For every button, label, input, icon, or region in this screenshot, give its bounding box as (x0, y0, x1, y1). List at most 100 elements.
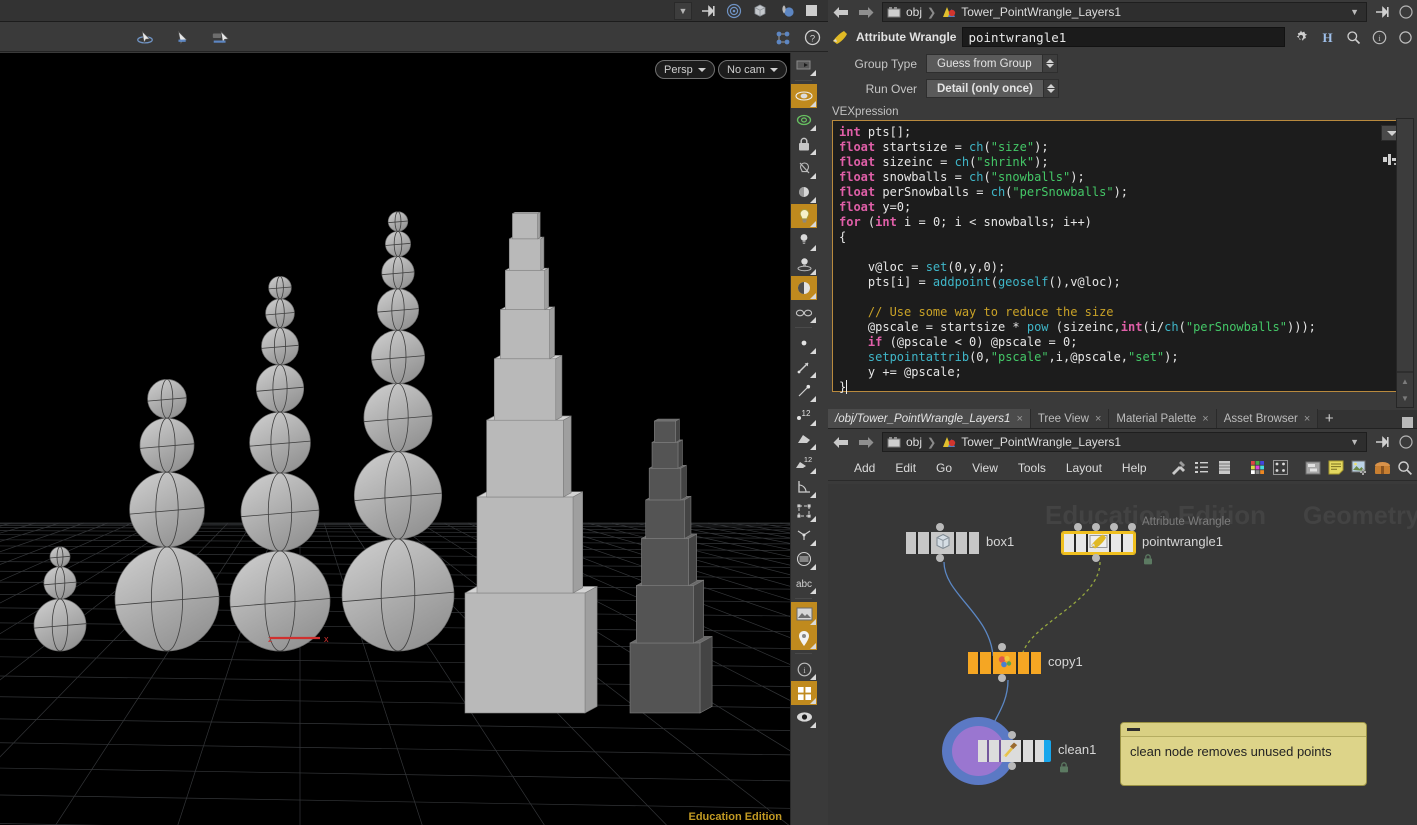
select-tool-icon[interactable] (173, 29, 193, 47)
node-input-connector[interactable] (998, 643, 1006, 651)
vector-display-icon[interactable] (791, 355, 817, 379)
vex-code-text[interactable]: int pts[]; float startsize = ch("size");… (833, 121, 1413, 399)
more-options-icon[interactable] (1397, 3, 1415, 21)
pin-icon[interactable] (1373, 3, 1391, 21)
headlight-icon[interactable] (791, 180, 817, 204)
stepper-icon[interactable] (1043, 80, 1058, 97)
handle-tool-icon[interactable] (211, 29, 231, 47)
info-icon[interactable]: i (1369, 27, 1389, 47)
prim-numbers-icon[interactable]: 12 (791, 451, 817, 475)
material-icon[interactable] (776, 2, 796, 20)
wireframe-view-icon[interactable] (791, 108, 817, 132)
ghost-view-icon[interactable] (791, 84, 817, 108)
close-icon[interactable]: × (1202, 413, 1208, 425)
node-pointwrangle1[interactable]: Attribute Wrangle pointwrangle1 (1062, 532, 1135, 554)
chevron-down-icon[interactable]: ▼ (1350, 7, 1362, 17)
shadow-icon[interactable] (791, 276, 817, 300)
color-palette-icon[interactable] (1246, 455, 1269, 481)
path-node[interactable]: Tower_PointWrangle_Layers1 (941, 5, 1121, 19)
network-layout-icon[interactable] (774, 29, 794, 47)
grid-display-icon[interactable] (791, 547, 817, 571)
node-input-connector-2[interactable] (1074, 523, 1082, 531)
path-root-obj[interactable]: obj (887, 435, 922, 449)
node-input-connector-3[interactable] (1110, 523, 1118, 531)
point-light-icon[interactable] (791, 228, 817, 252)
parameter-path-field[interactable]: obj ❯ Tower_PointWrangle_Layers1 ▼ (882, 2, 1367, 22)
close-icon[interactable]: × (1304, 413, 1310, 425)
close-icon[interactable]: × (1016, 413, 1022, 425)
forward-icon[interactable] (856, 432, 876, 452)
node-body[interactable] (906, 532, 979, 554)
asset-chest-icon[interactable] (1371, 455, 1394, 481)
node-copy1[interactable]: copy1 (968, 652, 1041, 674)
dots-grid-icon[interactable] (1269, 455, 1292, 481)
pin-icon[interactable] (698, 2, 718, 20)
point-numbers-icon[interactable]: 12 (791, 403, 817, 427)
search-icon[interactable] (1343, 27, 1363, 47)
node-input-connector[interactable] (1092, 523, 1100, 531)
add-image-icon[interactable] (1348, 455, 1371, 481)
node-clean1[interactable]: clean1 (978, 740, 1051, 762)
origin-display-icon[interactable] (791, 523, 817, 547)
chevron-down-icon[interactable]: ▼ (1350, 437, 1362, 447)
pin-icon[interactable] (1373, 433, 1391, 451)
snapshot-icon[interactable] (791, 53, 817, 77)
node-body[interactable] (978, 740, 1051, 762)
network-menu-layout[interactable]: Layout (1056, 455, 1112, 481)
network-tab-0[interactable]: /obj/Tower_PointWrangle_Layers1× (828, 409, 1031, 428)
more-options-icon[interactable] (1397, 433, 1415, 451)
node-output-connector[interactable] (1092, 554, 1100, 562)
network-menu-help[interactable]: Help (1112, 455, 1157, 481)
tools-wrench-icon[interactable] (1167, 455, 1190, 481)
network-menu-edit[interactable]: Edit (885, 455, 926, 481)
viewport-path-dropdown-icon[interactable]: ▼ (674, 2, 692, 20)
close-icon[interactable]: × (1095, 413, 1101, 425)
background-icon[interactable] (802, 2, 822, 20)
lock-icon[interactable] (791, 132, 817, 156)
node-input-connector[interactable] (1008, 731, 1016, 739)
network-tab-1[interactable]: Tree View× (1031, 409, 1110, 428)
network-path-field[interactable]: obj ❯ Tower_PointWrangle_Layers1 ▼ (882, 432, 1367, 452)
node-output-connector[interactable] (1008, 762, 1016, 770)
angle-display-icon[interactable] (791, 475, 817, 499)
node-input-connector[interactable] (936, 523, 944, 531)
maximize-pane-button[interactable] (1402, 417, 1413, 428)
glasses-icon[interactable] (791, 300, 817, 324)
search-icon[interactable] (1394, 455, 1417, 481)
node-box1[interactable]: box1 (906, 532, 979, 554)
text-display-icon[interactable]: abc (791, 571, 817, 595)
node-body[interactable] (1062, 532, 1135, 554)
node-output-connector[interactable] (936, 554, 944, 562)
network-box-icon[interactable] (1302, 455, 1325, 481)
network-menu-go[interactable]: Go (926, 455, 962, 481)
parameter-scrollbar[interactable]: ▲ ▼ (1396, 118, 1414, 408)
normals-display-icon[interactable] (791, 379, 817, 403)
scroll-up-button[interactable]: ▲ (1397, 373, 1413, 390)
forward-icon[interactable] (856, 2, 876, 22)
viewport-camera-chip[interactable]: Persp (655, 60, 715, 79)
collapse-icon[interactable] (1127, 728, 1140, 731)
gear-icon[interactable] (1291, 27, 1311, 47)
image-display-icon[interactable] (791, 602, 817, 626)
vex-code-editor[interactable]: int pts[]; float startsize = ch("size");… (832, 120, 1414, 392)
area-light-icon[interactable] (791, 252, 817, 276)
network-tab-3[interactable]: Asset Browser× (1217, 409, 1319, 428)
node-input-connector-4[interactable] (1128, 523, 1136, 531)
scene-light-icon[interactable] (791, 204, 817, 228)
viewport-cam-chip[interactable]: No cam (718, 60, 787, 79)
node-body[interactable] (968, 652, 1041, 674)
no-light-icon[interactable] (791, 156, 817, 180)
more-icon[interactable] (1395, 27, 1415, 47)
network-canvas[interactable]: Education EditionGeometry box1 (828, 484, 1417, 825)
node-output-connector[interactable] (998, 674, 1006, 682)
add-tab-button[interactable]: + (1318, 409, 1340, 428)
network-menu-view[interactable]: View (962, 455, 1008, 481)
eye-icon[interactable] (791, 705, 817, 729)
3d-viewport[interactable]: z x 5 Persp No cam Education Edition (0, 53, 790, 825)
back-icon[interactable] (830, 2, 850, 22)
marker-display-icon[interactable] (791, 626, 817, 650)
network-menu-add[interactable]: Add (844, 455, 885, 481)
tree-list-icon[interactable] (1190, 455, 1213, 481)
target-icon[interactable] (724, 2, 744, 20)
scrollbar-thumb[interactable] (1397, 119, 1413, 371)
